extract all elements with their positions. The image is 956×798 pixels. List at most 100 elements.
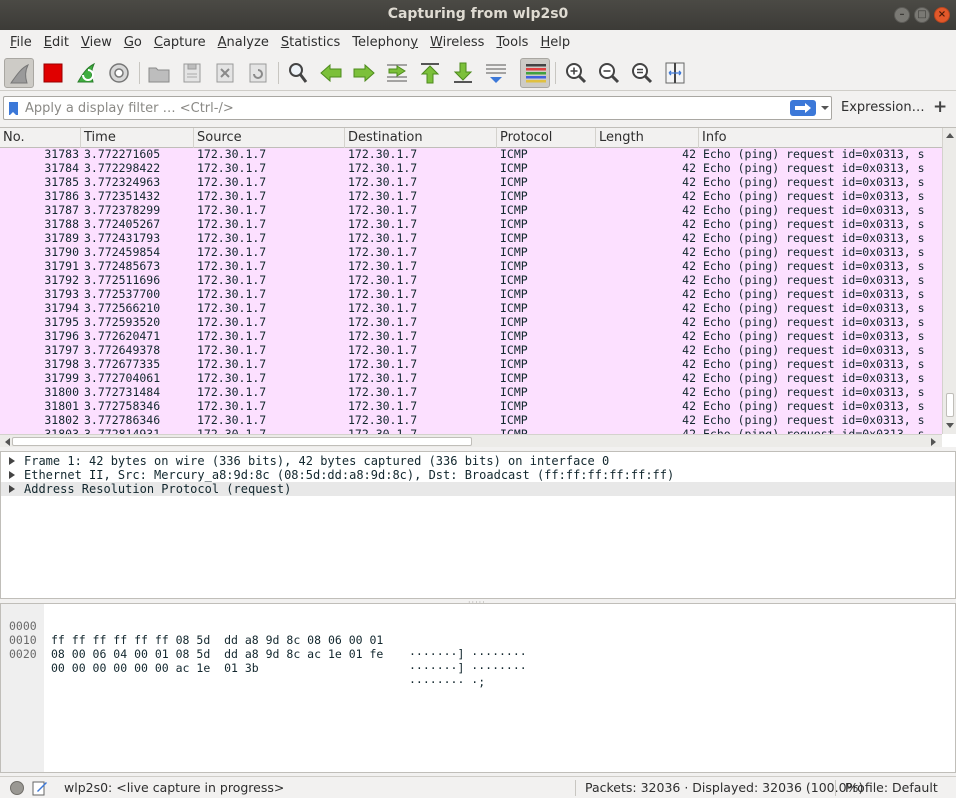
packet-list-horizontal-scrollbar[interactable]	[0, 434, 942, 447]
table-row[interactable]: 31792 3.772511696 172.30.1.7 172.30.1.7 ICMP…	[0, 274, 942, 288]
table-row[interactable]: 31799 3.772704061 172.30.1.7 172.30.1.7 ICMP…	[0, 372, 942, 386]
profile-selector[interactable]: Profile: Default	[845, 780, 938, 795]
column-header-source[interactable]: Source	[194, 128, 345, 148]
menu-edit[interactable]: Edit	[38, 35, 75, 50]
bytes-row[interactable]: 0010 08 00 06 04 00 01 08 5d dd a8 9d 8c…	[1, 619, 527, 675]
table-row[interactable]: 31796 3.772620471 172.30.1.7 172.30.1.7 ICMP…	[0, 330, 942, 344]
bytes-row[interactable]: 0020 00 00 00 00 00 00 ac 1e 01 3b ·····…	[1, 633, 485, 689]
menu-tools[interactable]: Tools	[490, 35, 534, 50]
scroll-left-icon[interactable]	[2, 435, 12, 447]
table-row[interactable]: 31791 3.772485673 172.30.1.7 172.30.1.7 ICMP…	[0, 260, 942, 274]
table-row[interactable]: 31786 3.772351432 172.30.1.7 172.30.1.7 ICMP…	[0, 190, 942, 204]
column-header-destination[interactable]: Destination	[345, 128, 497, 148]
scrollbar-thumb[interactable]	[946, 393, 954, 417]
bytes-row[interactable]: 0000 ff ff ff ff ff ff 08 5d dd a8 9d 8c…	[1, 605, 527, 661]
table-row[interactable]: 31797 3.772649378 172.30.1.7 172.30.1.7 ICMP…	[0, 344, 942, 358]
expression-button[interactable]: Expression…	[841, 100, 925, 115]
save-file-button[interactable]	[177, 58, 207, 88]
zoom-in-icon	[566, 63, 587, 84]
find-packet-button[interactable]	[283, 58, 313, 88]
go-first-icon	[420, 63, 440, 84]
detail-row-frame[interactable]: Frame 1: 42 bytes on wire (336 bits), 42…	[1, 454, 955, 468]
go-forward-button[interactable]	[349, 58, 379, 88]
scroll-right-icon[interactable]	[929, 435, 939, 447]
filter-bookmark-icon[interactable]	[9, 102, 18, 116]
menu-capture[interactable]: Capture	[148, 35, 212, 50]
table-row[interactable]: 31784 3.772298422 172.30.1.7 172.30.1.7 ICMP…	[0, 162, 942, 176]
table-row[interactable]: 31788 3.772405267 172.30.1.7 172.30.1.7 ICMP…	[0, 218, 942, 232]
cell-protocol: ICMP	[500, 358, 528, 371]
go-back-button[interactable]	[316, 58, 346, 88]
scrollbar-thumb[interactable]	[12, 437, 472, 446]
window-titlebar: Capturing from wlp2s0 – □ ×	[0, 0, 956, 30]
column-header-no[interactable]: No.	[0, 128, 81, 148]
column-header-time[interactable]: Time	[81, 128, 194, 148]
close-file-button[interactable]	[210, 58, 240, 88]
table-row[interactable]: 31787 3.772378299 172.30.1.7 172.30.1.7 ICMP…	[0, 204, 942, 218]
table-row[interactable]: 31798 3.772677335 172.30.1.7 172.30.1.7 ICMP…	[0, 358, 942, 372]
zoom-in-button[interactable]	[561, 58, 591, 88]
resize-columns-icon	[665, 62, 685, 84]
go-to-packet-button[interactable]	[382, 58, 412, 88]
table-row[interactable]: 31790 3.772459854 172.30.1.7 172.30.1.7 ICMP…	[0, 246, 942, 260]
capture-options-button[interactable]	[104, 58, 134, 88]
go-last-button[interactable]	[448, 58, 478, 88]
zoom-out-icon	[599, 63, 620, 84]
menu-file[interactable]: File	[4, 35, 38, 50]
cell-length: 42	[682, 330, 696, 343]
table-row[interactable]: 31783 3.772271605 172.30.1.7 172.30.1.7 ICMP…	[0, 148, 942, 162]
column-header-length[interactable]: Length	[596, 128, 699, 148]
cell-source: 172.30.1.7	[197, 358, 267, 371]
table-row[interactable]: 31802 3.772786346 172.30.1.7 172.30.1.7 ICMP…	[0, 414, 942, 428]
auto-scroll-button[interactable]	[481, 58, 511, 88]
menu-telephony[interactable]: Telephony	[346, 35, 424, 50]
cell-destination: 172.30.1.7	[348, 400, 418, 413]
detail-row-arp[interactable]: Address Resolution Protocol (request)	[1, 482, 955, 496]
reload-file-button[interactable]	[243, 58, 273, 88]
table-row[interactable]: 31801 3.772758346 172.30.1.7 172.30.1.7 ICMP…	[0, 400, 942, 414]
restart-capture-button[interactable]	[71, 58, 101, 88]
cell-no: 31799	[44, 372, 79, 385]
zoom-out-button[interactable]	[594, 58, 624, 88]
expert-info-led-icon[interactable]	[10, 781, 24, 795]
menu-go[interactable]: Go	[118, 35, 148, 50]
table-row[interactable]: 31793 3.772537700 172.30.1.7 172.30.1.7 ICMP…	[0, 288, 942, 302]
column-header-protocol[interactable]: Protocol	[497, 128, 596, 148]
table-row[interactable]: 31800 3.772731484 172.30.1.7 172.30.1.7 ICMP…	[0, 386, 942, 400]
table-row[interactable]: 31789 3.772431793 172.30.1.7 172.30.1.7 ICMP…	[0, 232, 942, 246]
open-file-button[interactable]	[144, 58, 174, 88]
cell-destination: 172.30.1.7	[348, 246, 418, 259]
go-first-button[interactable]	[415, 58, 445, 88]
expand-arrow-icon[interactable]	[9, 457, 15, 465]
packet-list-vertical-scrollbar[interactable]	[942, 128, 956, 434]
apply-filter-button[interactable]	[790, 100, 816, 116]
table-row[interactable]: 31785 3.772324963 172.30.1.7 172.30.1.7 ICMP…	[0, 176, 942, 190]
table-row[interactable]: 31795 3.772593520 172.30.1.7 172.30.1.7 ICMP…	[0, 316, 942, 330]
menu-view[interactable]: View	[75, 35, 118, 50]
cell-time: 3.772649378	[84, 344, 161, 357]
display-filter-input[interactable]	[25, 99, 785, 117]
cell-no: 31795	[44, 316, 79, 329]
add-filter-button[interactable]: +	[933, 97, 947, 117]
menu-wireless[interactable]: Wireless	[424, 35, 490, 50]
expand-arrow-icon[interactable]	[9, 471, 15, 479]
start-capture-button[interactable]	[4, 58, 34, 88]
column-header-info[interactable]: Info	[699, 128, 942, 148]
close-button[interactable]: ×	[934, 7, 950, 23]
resize-columns-button[interactable]	[660, 58, 690, 88]
colorize-button[interactable]	[520, 58, 550, 88]
scroll-up-icon[interactable]	[943, 130, 956, 140]
minimize-button[interactable]: –	[894, 7, 910, 23]
menu-analyze[interactable]: Analyze	[212, 35, 275, 50]
menu-help[interactable]: Help	[534, 35, 576, 50]
table-row[interactable]: 31794 3.772566210 172.30.1.7 172.30.1.7 ICMP…	[0, 302, 942, 316]
menu-statistics[interactable]: Statistics	[275, 35, 346, 50]
maximize-button[interactable]: □	[914, 7, 930, 23]
detail-row-ethernet[interactable]: Ethernet II, Src: Mercury_a8:9d:8c (08:5…	[1, 468, 955, 482]
stop-capture-button[interactable]	[38, 58, 68, 88]
expand-arrow-icon[interactable]	[9, 485, 15, 493]
filter-history-dropdown[interactable]	[820, 101, 830, 115]
zoom-reset-button[interactable]	[627, 58, 657, 88]
capture-comment-icon[interactable]	[32, 780, 48, 796]
scroll-down-icon[interactable]	[943, 421, 956, 431]
